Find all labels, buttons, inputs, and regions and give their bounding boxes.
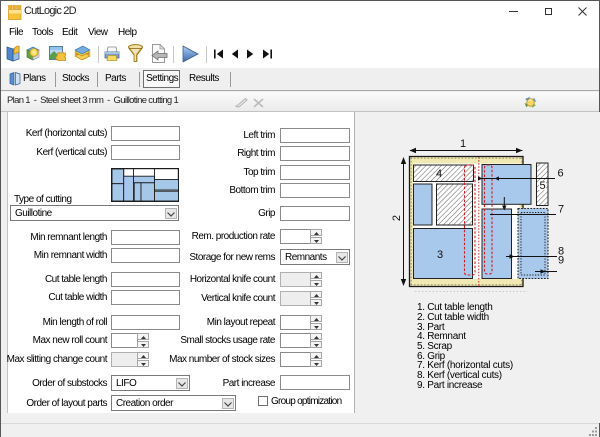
svg-text:2: 2 bbox=[391, 215, 403, 221]
svg-text:9: 9 bbox=[558, 255, 564, 267]
svg-text:3: 3 bbox=[437, 249, 443, 261]
svg-text:4: 4 bbox=[436, 168, 442, 180]
svg-text:1: 1 bbox=[460, 138, 466, 150]
svg-text:6: 6 bbox=[558, 168, 564, 180]
svg-text:5: 5 bbox=[539, 180, 545, 192]
svg-text:7: 7 bbox=[558, 204, 564, 216]
